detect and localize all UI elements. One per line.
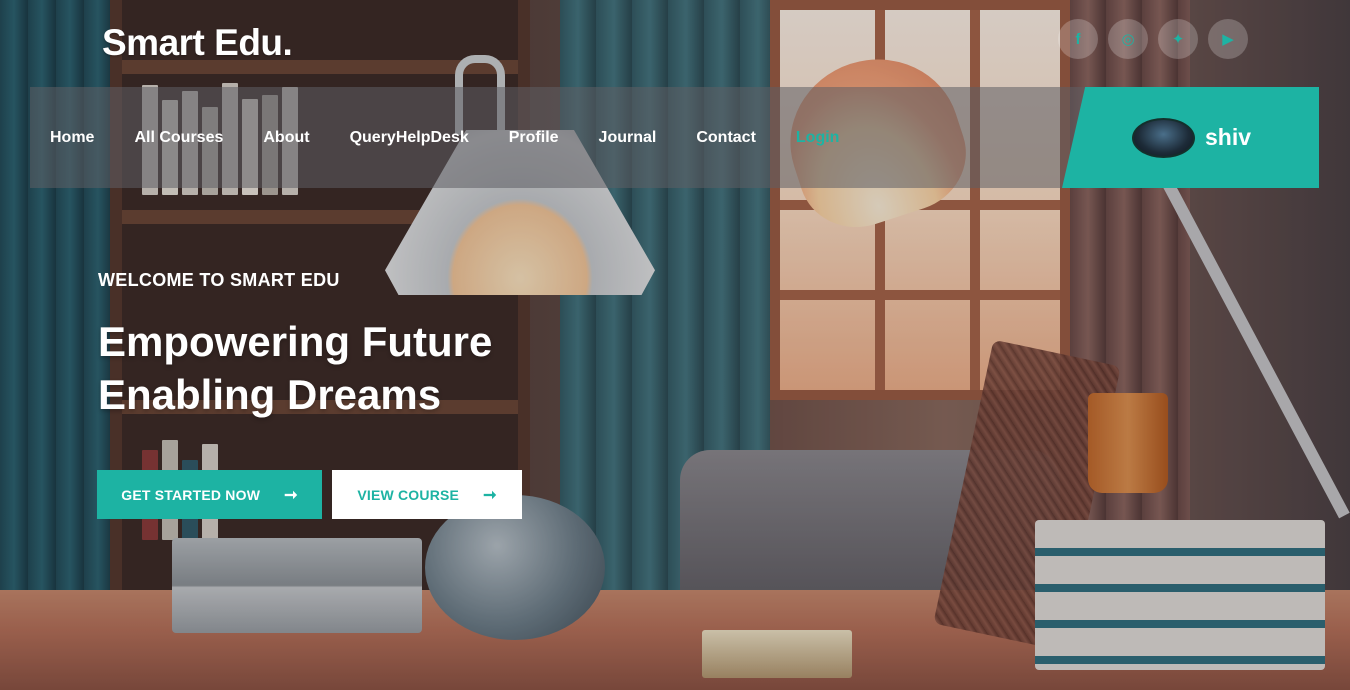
user-profile-box[interactable]: shiv bbox=[1062, 87, 1319, 188]
social-links: f ◎ ✦ ▶ bbox=[1058, 19, 1248, 59]
main-navbar: Home All Courses About QueryHelpDesk Pro… bbox=[30, 87, 1090, 188]
hero-title: Empowering Future Enabling Dreams bbox=[98, 315, 492, 421]
nav-journal[interactable]: Journal bbox=[599, 129, 657, 147]
view-course-label: VIEW COURSE bbox=[357, 486, 460, 503]
nav-profile[interactable]: Profile bbox=[509, 129, 559, 147]
hero-title-line2: Enabling Dreams bbox=[98, 371, 442, 418]
nav-queryhelpdesk[interactable]: QueryHelpDesk bbox=[350, 129, 469, 147]
get-started-button[interactable]: GET STARTED NOW ➞ bbox=[97, 470, 322, 519]
hero-title-line1: Empowering Future bbox=[98, 318, 493, 365]
nav-login[interactable]: Login bbox=[796, 129, 840, 147]
arrow-right-icon: ➞ bbox=[284, 486, 298, 504]
facebook-icon[interactable]: f bbox=[1058, 19, 1098, 59]
get-started-label: GET STARTED NOW bbox=[121, 486, 261, 503]
hero-subtitle: WELCOME TO SMART EDU bbox=[98, 270, 340, 290]
hero-content: WELCOME TO SMART EDU Empowering Future E… bbox=[98, 270, 492, 421]
nav-all-courses[interactable]: All Courses bbox=[134, 129, 223, 147]
hero-buttons: GET STARTED NOW ➞ VIEW COURSE ➞ bbox=[97, 470, 522, 519]
view-course-button[interactable]: VIEW COURSE ➞ bbox=[332, 470, 522, 519]
nav-about[interactable]: About bbox=[263, 129, 309, 147]
twitter-icon[interactable]: ✦ bbox=[1158, 19, 1198, 59]
nav-contact[interactable]: Contact bbox=[696, 129, 756, 147]
username[interactable]: shiv bbox=[1205, 124, 1251, 151]
instagram-icon[interactable]: ◎ bbox=[1108, 19, 1148, 59]
arrow-right-icon: ➞ bbox=[483, 486, 497, 504]
nav-links: Home All Courses About QueryHelpDesk Pro… bbox=[30, 129, 879, 147]
nav-home[interactable]: Home bbox=[50, 129, 94, 147]
youtube-icon[interactable]: ▶ bbox=[1208, 19, 1248, 59]
brand-logo[interactable]: Smart Edu. bbox=[102, 22, 293, 64]
avatar[interactable] bbox=[1132, 117, 1195, 158]
